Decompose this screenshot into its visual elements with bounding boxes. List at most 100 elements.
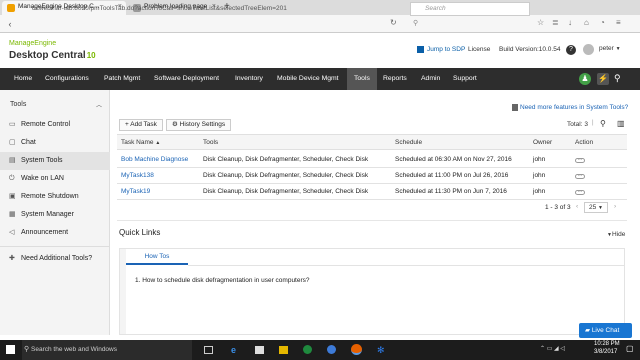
next-page-icon[interactable]: ›: [614, 203, 616, 210]
avatar[interactable]: [583, 44, 594, 55]
firefox-icon[interactable]: [351, 344, 362, 355]
sidebar-item-wake-on-lan[interactable]: ⏻ Wake on LAN: [0, 170, 110, 188]
hide-quick-links[interactable]: ▼Hide: [607, 231, 625, 238]
nav-reports[interactable]: Reports: [376, 68, 414, 90]
row-action-menu-icon[interactable]: ···: [575, 158, 585, 163]
taskbar-date: 3/8/2017: [594, 349, 618, 355]
user-name: peter: [599, 45, 614, 52]
need-additional-tools-link[interactable]: ✚ Need Additional Tools?: [0, 250, 110, 268]
url-field[interactable]: dcwebinar-lab:8020/pmToolsTab.do?actionT…: [22, 2, 402, 16]
nav-home[interactable]: Home: [7, 68, 39, 90]
more-features-link[interactable]: Need more features in System Tools?: [520, 104, 628, 111]
sidebar-divider: [0, 246, 110, 247]
shutdown-icon: ▣: [9, 193, 16, 200]
system-tray-icons[interactable]: ⌃ ▭ ◢ ◁: [540, 345, 565, 352]
sidebar-item-remote-control[interactable]: ▭ Remote Control: [0, 116, 110, 134]
sdp-icon: [417, 46, 424, 53]
sort-asc-icon: ▲: [155, 140, 161, 146]
nav-software-deployment[interactable]: Software Deployment: [147, 68, 226, 90]
nav-support[interactable]: Support: [446, 68, 484, 90]
help-icon[interactable]: ?: [566, 45, 576, 55]
per-page-select[interactable]: 25 ▼: [584, 202, 608, 213]
monitor-icon: ▭: [9, 121, 16, 128]
store-icon[interactable]: [255, 346, 264, 354]
prev-page-icon[interactable]: ‹: [576, 203, 578, 210]
total-count: Total: 3: [567, 121, 588, 128]
pocket-icon[interactable]: ◔: [600, 18, 605, 27]
global-search-icon[interactable]: ⚲: [614, 73, 621, 84]
col-owner[interactable]: Owner: [533, 139, 552, 146]
nav-mobile-device-mgmt[interactable]: Mobile Device Mgmt: [270, 68, 346, 90]
manageengine-favicon-icon: [7, 4, 15, 12]
app-icon[interactable]: [327, 345, 336, 354]
col-tools[interactable]: Tools: [203, 139, 218, 146]
col-schedule[interactable]: Schedule: [395, 139, 422, 146]
add-task-button[interactable]: + Add Task: [119, 119, 163, 131]
search-icon: ⚲: [24, 346, 30, 353]
app-icon[interactable]: [303, 345, 312, 354]
sidebar-item-chat[interactable]: ▢ Chat: [0, 134, 110, 152]
home-icon[interactable]: ⌂: [584, 18, 589, 27]
sidebar-help-label: Need Additional Tools?: [21, 255, 93, 262]
nav-admin[interactable]: Admin: [414, 68, 447, 90]
quick-launch-icon[interactable]: ⚡: [597, 73, 609, 85]
file-explorer-icon[interactable]: [279, 346, 288, 354]
table-search-icon[interactable]: ⚲: [600, 119, 606, 128]
task-name-link[interactable]: MyTask138: [121, 172, 154, 179]
license-link[interactable]: License: [468, 46, 490, 53]
collapse-chevron-icon[interactable]: ︿: [96, 100, 102, 109]
gear-icon: ⚙: [172, 121, 180, 128]
bookmarks-list-icon[interactable]: ≣: [552, 18, 559, 27]
user-add-icon[interactable]: ♟: [579, 73, 591, 85]
nav-tools[interactable]: Tools: [347, 68, 377, 90]
chat-bubble-icon: ▢: [9, 139, 16, 146]
row-action-menu-icon[interactable]: ···: [575, 174, 585, 179]
notifications-icon[interactable]: ▢: [626, 344, 634, 353]
app-snowflake-icon[interactable]: ✻: [377, 345, 385, 356]
row-action-menu-icon[interactable]: ···: [575, 190, 585, 195]
bookmark-star-icon[interactable]: ☆: [537, 18, 544, 27]
sidebar-item-label: Announcement: [21, 229, 69, 236]
col-action: Action: [575, 139, 594, 146]
task-tools: Disk Cleanup, Disk Defragmenter, Schedul…: [203, 172, 369, 179]
hide-label: Hide: [611, 231, 626, 238]
sidebar-item-label: System Manager: [21, 211, 74, 218]
tools-icon: ▤: [9, 157, 16, 164]
column-chooser-icon[interactable]: ▥: [617, 119, 625, 128]
taskbar-search-input[interactable]: Search the web and Windows: [31, 346, 117, 353]
product-title: Desktop Central: [9, 50, 86, 61]
chat-icon: ▰: [585, 327, 592, 334]
sidebar-item-announcement[interactable]: ◁ Announcement: [0, 224, 110, 242]
task-schedule: Scheduled at 11:30 PM on Jun 7, 2016: [395, 188, 507, 195]
sidebar-item-remote-shutdown[interactable]: ▣ Remote Shutdown: [0, 188, 110, 206]
windows-start-icon[interactable]: [6, 345, 15, 354]
back-arrow-icon[interactable]: ‹: [4, 18, 16, 30]
history-settings-label: History Settings: [179, 121, 226, 128]
task-name-link[interactable]: Bob Machine Diagnose: [121, 156, 188, 163]
task-name-link[interactable]: MyTask19: [121, 188, 150, 195]
quick-links-panel: [119, 248, 625, 335]
per-page-value: 25: [589, 204, 597, 211]
sidebar-item-system-manager[interactable]: ▦ System Manager: [0, 206, 110, 224]
user-menu[interactable]: peter ▼: [599, 45, 621, 52]
brand-logo[interactable]: ManageEngine: [9, 40, 56, 47]
download-icon[interactable]: ↓: [568, 18, 572, 27]
nav-inventory[interactable]: Inventory: [228, 68, 270, 90]
nav-patch-mgmt[interactable]: Patch Mgmt: [97, 68, 147, 90]
live-chat-button[interactable]: ▰ Live Chat: [579, 323, 632, 338]
sidebar-item-system-tools[interactable]: ▤ System Tools: [0, 152, 110, 170]
task-view-icon[interactable]: [204, 346, 213, 354]
nav-configurations[interactable]: Configurations: [38, 68, 96, 90]
tab-how-tos[interactable]: How Tos: [126, 249, 188, 265]
edge-icon[interactable]: e: [231, 345, 236, 355]
how-to-item[interactable]: 1. How to schedule disk defragmentation …: [135, 277, 310, 284]
brand-name: ManageEngine: [9, 40, 57, 47]
jump-to-sdp-link[interactable]: Jump to SDP: [427, 46, 465, 53]
sidebar-item-label: Remote Control: [21, 121, 71, 128]
browser-search-input[interactable]: Search: [410, 2, 530, 16]
col-task-name[interactable]: Task Name ▲: [121, 139, 160, 146]
history-settings-button[interactable]: ⚙ History Settings: [166, 119, 232, 131]
reload-icon[interactable]: ↻: [390, 18, 397, 27]
sidebar-title: Tools: [10, 101, 27, 108]
menu-hamburger-icon[interactable]: ≡: [616, 18, 621, 27]
